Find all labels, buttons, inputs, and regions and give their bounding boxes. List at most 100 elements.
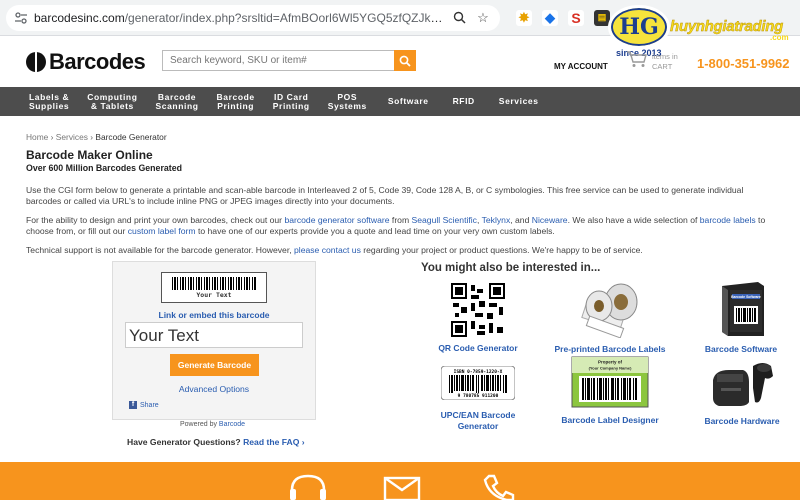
tile-label: QR Code Generator <box>438 343 518 353</box>
logo-mark-icon <box>26 51 46 72</box>
embed-link[interactable]: Link or embed this barcode <box>113 310 315 320</box>
tile-label: Barcode Software <box>704 344 778 354</box>
powered-by: Powered by Barcode <box>180 421 245 428</box>
tile-label-designer[interactable]: Property of (Your Company Name) Barcode … <box>556 356 664 426</box>
support-headset-icon[interactable] <box>288 474 328 500</box>
tile-preprinted-labels[interactable]: Pre-printed Barcode Labels <box>548 280 672 355</box>
url-domain: barcodesinc.com <box>34 10 125 25</box>
barcode-labels-link[interactable]: barcode labels <box>700 215 756 225</box>
tile-label: Barcode Label Designer <box>561 415 659 425</box>
nav-rfid[interactable]: RFID <box>441 97 487 106</box>
nav-services[interactable]: Services <box>487 97 551 106</box>
niceware-link[interactable]: Niceware <box>532 215 568 225</box>
tile-label: UPC/EAN Barcode Generator <box>440 410 516 431</box>
read-faq-link[interactable]: Read the FAQ › <box>243 437 305 447</box>
extensions: ✸ ◆ S ▤ <box>516 9 610 26</box>
barcode-caption: Your Text <box>196 290 232 299</box>
cart-label: CART <box>652 62 673 71</box>
generator-software-link[interactable]: barcode generator software <box>284 215 389 225</box>
software-box-image: Barcode Software <box>722 282 764 336</box>
nav-computing-tablets[interactable]: Computing & Tablets <box>78 92 146 111</box>
para-text: , and <box>510 214 532 225</box>
phone-number[interactable]: 1-800-351-9962 <box>697 56 790 71</box>
barcode-generator-panel: Your Text Link or embed this barcode You… <box>112 261 316 420</box>
barcode-text-input[interactable]: Your Text <box>125 322 303 348</box>
barcode-bars <box>172 276 256 290</box>
search-input[interactable] <box>162 50 394 71</box>
share-label: Share <box>140 401 159 409</box>
breadcrumb: Home › Services › Barcode Generator <box>26 132 167 142</box>
share-button[interactable]: f Share <box>129 401 159 409</box>
main-content: Home › Services › Barcode Generator Barc… <box>0 116 800 256</box>
label-designer-top: Property of <box>598 360 623 365</box>
para-text: . We also have a wide selection of <box>567 214 700 225</box>
advanced-options-link[interactable]: Advanced Options <box>113 384 315 394</box>
cart-link[interactable]: items in CART <box>626 50 678 72</box>
design-paragraph: For the ability to design and print your… <box>26 215 774 238</box>
powered-by-link[interactable]: Barcode <box>219 421 245 428</box>
overlay-brand-name: huynhgiatrading <box>670 18 784 35</box>
main-nav: Labels & Supplies Computing & Tablets Ba… <box>0 87 800 116</box>
footer-contact-band <box>0 462 800 500</box>
breadcrumb-home[interactable]: Home <box>26 132 48 142</box>
bookmark-star-icon[interactable]: ☆ <box>474 9 492 27</box>
facebook-icon: f <box>129 401 137 409</box>
cart-items-text: items in <box>652 52 678 61</box>
email-envelope-icon[interactable] <box>383 476 421 500</box>
site-header: Barcodes MY ACCOUNT items inCART 1-800-3… <box>0 36 800 87</box>
upc-barcode-image: ISBN 0-7859-1220-X 9 780785 911200 <box>441 366 515 400</box>
seagull-link[interactable]: Seagull Scientific <box>412 215 477 225</box>
url-path: /generator/index.php?srsltid=AfmBOorl6Wl… <box>124 10 444 25</box>
nav-pos-systems[interactable]: POS Systems <box>319 92 376 111</box>
para-text: For the ability to design and print your… <box>26 214 285 225</box>
nav-barcode-printing[interactable]: Barcode Printing <box>208 92 264 111</box>
nav-id-card-printing[interactable]: ID Card Printing <box>264 92 319 111</box>
breadcrumb-services[interactable]: Services <box>56 132 88 142</box>
tile-barcode-hardware[interactable]: Barcode Hardware <box>696 358 788 427</box>
nav-barcode-scanning[interactable]: Barcode Scanning <box>146 92 207 111</box>
faq-prefix: Have Generator Questions? <box>127 437 244 447</box>
nav-labels-supplies[interactable]: Labels & Supplies <box>20 92 78 111</box>
software-box-text: Barcode Software <box>731 295 761 299</box>
url-text: barcodesinc.com/generator/index.php?srsl… <box>34 11 444 25</box>
label-designer-image: Property of (Your Company Name) <box>571 356 649 408</box>
extension-icon[interactable]: ✸ <box>516 9 532 26</box>
site-info-icon[interactable] <box>14 11 28 25</box>
custom-label-form-link[interactable]: custom label form <box>128 226 196 236</box>
s-extension-icon[interactable]: S <box>568 9 584 26</box>
bookmark-tag-icon[interactable]: ◆ <box>542 9 558 26</box>
page-subtitle: Over 600 Million Barcodes Generated <box>26 163 182 173</box>
label-rolls-image <box>581 283 638 338</box>
generator-faq: Have Generator Questions? Read the FAQ › <box>127 437 305 447</box>
logo-text: Barcodes <box>49 48 146 74</box>
upc-bottom-digits: 9 780785 911200 <box>458 393 499 399</box>
tile-qr-code-generator[interactable]: QR Code Generator <box>426 283 530 354</box>
nav-software[interactable]: Software <box>376 97 441 106</box>
teklynx-link[interactable]: Teklynx <box>482 215 511 225</box>
interest-heading: You might also be interested in... <box>421 262 601 274</box>
phone-handset-icon[interactable] <box>483 474 515 500</box>
site-search <box>162 50 416 71</box>
page-title: Barcode Maker Online <box>26 147 153 162</box>
address-bar[interactable]: barcodesinc.com/generator/index.php?srsl… <box>6 4 500 31</box>
intro-paragraph: Use the CGI form below to generate a pri… <box>26 184 744 207</box>
my-account-link[interactable]: MY ACCOUNT <box>554 62 608 71</box>
browser-toolbar: barcodesinc.com/generator/index.php?srsl… <box>0 0 800 58</box>
tile-upc-ean-generator[interactable]: ISBN 0-7859-1220-X 9 780785 911200 UPC/E… <box>426 366 530 432</box>
qr-code-icon <box>451 283 505 337</box>
search-icon <box>399 55 411 67</box>
contact-us-link[interactable]: please contact us <box>294 245 361 255</box>
search-button[interactable] <box>394 50 416 71</box>
tile-barcode-software[interactable]: Barcode Software Barcode Software <box>696 280 786 355</box>
para-text: to have one of our experts provide you a… <box>195 226 555 236</box>
barcodes-logo[interactable]: Barcodes <box>26 48 146 75</box>
support-paragraph: Technical support is not available for t… <box>26 245 774 257</box>
zoom-icon[interactable] <box>450 9 468 27</box>
barcode-preview[interactable]: Your Text <box>161 272 267 303</box>
breadcrumb-current: Barcode Generator <box>95 132 167 142</box>
barcode-hardware-image <box>713 363 773 406</box>
para-text: from <box>389 214 412 225</box>
upc-top-digits: ISBN 0-7859-1220-X <box>454 369 503 375</box>
label-designer-sub: (Your Company Name) <box>589 366 632 371</box>
generate-barcode-button[interactable]: Generate Barcode <box>170 354 259 376</box>
